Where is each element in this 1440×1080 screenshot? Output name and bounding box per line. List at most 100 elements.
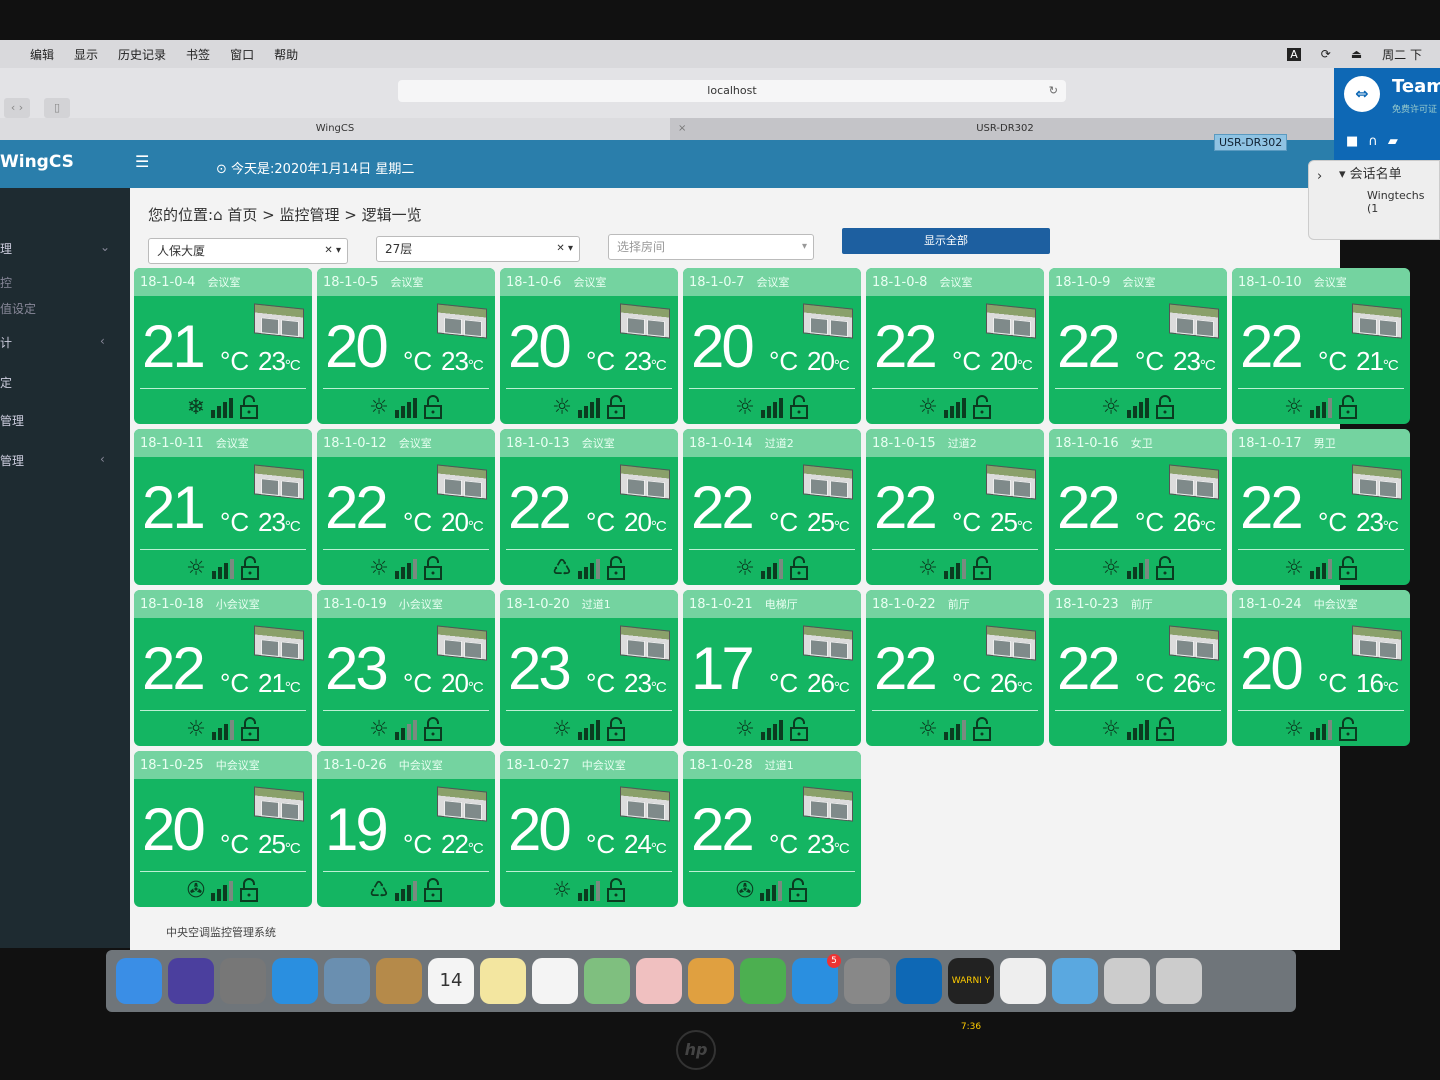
set-temperature: 23°C xyxy=(1356,507,1399,538)
screenshot-icon[interactable] xyxy=(1104,958,1150,1004)
unit-tile[interactable]: 18-1-0-7 会议室 20 °C 20°C ☼ xyxy=(683,268,861,424)
sidebar-item[interactable]: 管理 xyxy=(0,412,24,429)
unit-tile[interactable]: 18-1-0-13 会议室 22 °C 20°C ♺ xyxy=(500,429,678,585)
input-source-icon[interactable]: A xyxy=(1287,47,1301,61)
address-bar[interactable]: localhost ↻ xyxy=(398,80,1066,102)
unit-tile[interactable]: 18-1-0-27 中会议室 20 °C 24°C ☼ xyxy=(500,751,678,907)
chevron-down-icon[interactable]: ▾ xyxy=(802,235,807,259)
teamviewer-logo-icon: ⇔ xyxy=(1344,76,1380,112)
siri-icon[interactable] xyxy=(168,958,214,1004)
unit-tile[interactable]: 18-1-0-22 前厅 22 °C 26°C ☼ xyxy=(866,590,1044,746)
clear-chevron-icon[interactable]: ✕ ▾ xyxy=(324,239,341,263)
unit-tile[interactable]: 18-1-0-18 小会议室 22 °C 21°C ☼ xyxy=(134,590,312,746)
console-icon[interactable]: WARNI Y 7:36 xyxy=(948,958,994,1032)
sidebar-item[interactable]: 值设定 xyxy=(0,300,36,317)
unit-tile[interactable]: 18-1-0-10 会议室 22 °C 21°C ☼ xyxy=(1232,268,1410,424)
folder-icon[interactable] xyxy=(1052,958,1098,1004)
headset-icon[interactable]: ∩ xyxy=(1368,134,1388,149)
sun-icon: ☼ xyxy=(735,555,755,581)
finder-icon[interactable] xyxy=(116,958,162,1004)
app-store-icon[interactable]: 5 xyxy=(792,954,841,1004)
unit-tile[interactable]: 18-1-0-15 过道2 22 °C 25°C ☼ xyxy=(866,429,1044,585)
reminders-icon[interactable] xyxy=(532,958,578,1004)
close-tab-icon[interactable]: × xyxy=(678,118,686,140)
teamviewer-icon[interactable] xyxy=(896,958,942,1004)
session-item[interactable]: Wingtechs (1 xyxy=(1367,189,1439,215)
numbers-icon[interactable] xyxy=(740,958,786,1004)
temperature-unit: °C xyxy=(833,357,850,374)
sidebar-toggle-icon[interactable]: ▯ xyxy=(44,98,70,118)
unit-tile[interactable]: 18-1-0-26 中会议室 19 °C 22°C ♺ xyxy=(317,751,495,907)
menu-help[interactable]: 帮助 xyxy=(274,46,298,63)
unit-tile[interactable]: 18-1-0-6 会议室 20 °C 23°C ☼ xyxy=(500,268,678,424)
system-preferences-icon[interactable] xyxy=(844,958,890,1004)
unit-tile[interactable]: 18-1-0-8 会议室 22 °C 20°C ☼ xyxy=(866,268,1044,424)
sidebar-item[interactable]: 控 xyxy=(0,274,12,291)
unit-tile[interactable]: 18-1-0-24 中会议室 20 °C 16°C ☼ xyxy=(1232,590,1410,746)
keynote-icon[interactable] xyxy=(688,958,734,1004)
room-select[interactable]: 选择房间 ▾ xyxy=(608,234,814,260)
room-name: 前厅 xyxy=(947,598,970,611)
unit-tile[interactable]: 18-1-0-21 电梯厅 17 °C 26°C ☼ xyxy=(683,590,861,746)
tile-header: 18-1-0-22 前厅 xyxy=(866,590,1044,618)
trash-icon[interactable] xyxy=(1156,958,1202,1004)
sidebar-item[interactable]: 管理 ‹ xyxy=(0,452,105,469)
temperature-unit: °C xyxy=(403,346,433,376)
reload-icon[interactable]: ↻ xyxy=(1049,80,1058,102)
expand-icon[interactable]: › xyxy=(1317,169,1322,184)
unit-tile[interactable]: 18-1-0-12 会议室 22 °C 20°C ☼ xyxy=(317,429,495,585)
unit-tile[interactable]: 18-1-0-17 男卫 22 °C 23°C ☼ xyxy=(1232,429,1410,585)
tab-wingcs[interactable]: WingCS xyxy=(0,118,670,140)
sync-icon[interactable]: ⟳ xyxy=(1321,47,1331,61)
unit-tile[interactable]: 18-1-0-11 会议室 21 °C 23°C ☼ xyxy=(134,429,312,585)
breadcrumb-home[interactable]: 首页 xyxy=(227,206,257,224)
unit-tile[interactable]: 18-1-0-20 过道1 23 °C 23°C ☼ xyxy=(500,590,678,746)
temperature-unit: °C xyxy=(833,840,850,857)
show-all-button[interactable]: 显示全部 xyxy=(842,228,1050,254)
safari-icon[interactable] xyxy=(272,958,318,1004)
fan-bar xyxy=(412,881,417,901)
eject-icon[interactable]: ⏏ xyxy=(1351,47,1362,61)
chat-icon[interactable]: ▰ xyxy=(1388,134,1408,149)
unit-tile[interactable]: 18-1-0-23 前厅 22 °C 26°C ☼ xyxy=(1049,590,1227,746)
floor-select[interactable]: 27层 ✕ ▾ xyxy=(376,236,580,262)
sidebar-item[interactable]: 理 ⌄ xyxy=(0,240,110,257)
menu-edit[interactable]: 编辑 xyxy=(30,46,54,63)
fan-bar xyxy=(229,398,234,418)
video-icon[interactable]: ■ xyxy=(1346,134,1368,149)
unit-tile[interactable]: 18-1-0-5 会议室 20 °C 23°C ☼ xyxy=(317,268,495,424)
unlocked-icon xyxy=(240,717,259,741)
notebook-icon[interactable] xyxy=(376,958,422,1004)
app-logo[interactable]: WingCS xyxy=(0,152,74,172)
breadcrumb-monitor[interactable]: 监控管理 xyxy=(280,206,340,224)
unit-tile[interactable]: 18-1-0-4 会议室 21 °C 23°C ❄ xyxy=(134,268,312,424)
clock[interactable]: 周二 下 xyxy=(1382,46,1422,63)
menu-bookmarks[interactable]: 书签 xyxy=(186,46,210,63)
maps-icon[interactable] xyxy=(584,958,630,1004)
unit-tile[interactable]: 18-1-0-16 女卫 22 °C 26°C ☼ xyxy=(1049,429,1227,585)
menu-view[interactable]: 显示 xyxy=(74,46,98,63)
textedit-icon[interactable] xyxy=(1000,958,1046,1004)
menu-window[interactable]: 窗口 xyxy=(230,46,254,63)
sidebar-item[interactable]: 定 xyxy=(0,374,12,391)
unit-tile[interactable]: 18-1-0-14 过道2 22 °C 25°C ☼ xyxy=(683,429,861,585)
session-header[interactable]: ▾ 会话名单 xyxy=(1339,163,1402,182)
menu-history[interactable]: 历史记录 xyxy=(118,46,166,63)
fan-speed-icon xyxy=(760,557,783,579)
preview-icon[interactable] xyxy=(324,958,370,1004)
building-select[interactable]: 人保大厦 ✕ ▾ xyxy=(148,238,348,264)
unit-tile[interactable]: 18-1-0-9 会议室 22 °C 23°C ☼ xyxy=(1049,268,1227,424)
unit-tile[interactable]: 18-1-0-25 中会议室 20 °C 25°C ✇ xyxy=(134,751,312,907)
menu-toggle-icon[interactable]: ☰ xyxy=(135,152,149,171)
photos-icon[interactable] xyxy=(636,958,682,1004)
sidebar-item[interactable]: 计 ‹ xyxy=(0,334,105,351)
unit-tile[interactable]: 18-1-0-19 小会议室 23 °C 20°C ☼ xyxy=(317,590,495,746)
clear-chevron-icon[interactable]: ✕ ▾ xyxy=(556,237,573,261)
unlocked-icon xyxy=(972,556,991,580)
notes-icon[interactable] xyxy=(480,958,526,1004)
back-forward-button[interactable]: ‹ › xyxy=(4,98,30,118)
calendar-icon[interactable]: 14 xyxy=(428,958,474,1004)
launchpad-icon[interactable] xyxy=(220,958,266,1004)
unit-tile[interactable]: 18-1-0-28 过道1 22 °C 23°C ✇ xyxy=(683,751,861,907)
set-temperature-value: 20 xyxy=(441,668,469,698)
